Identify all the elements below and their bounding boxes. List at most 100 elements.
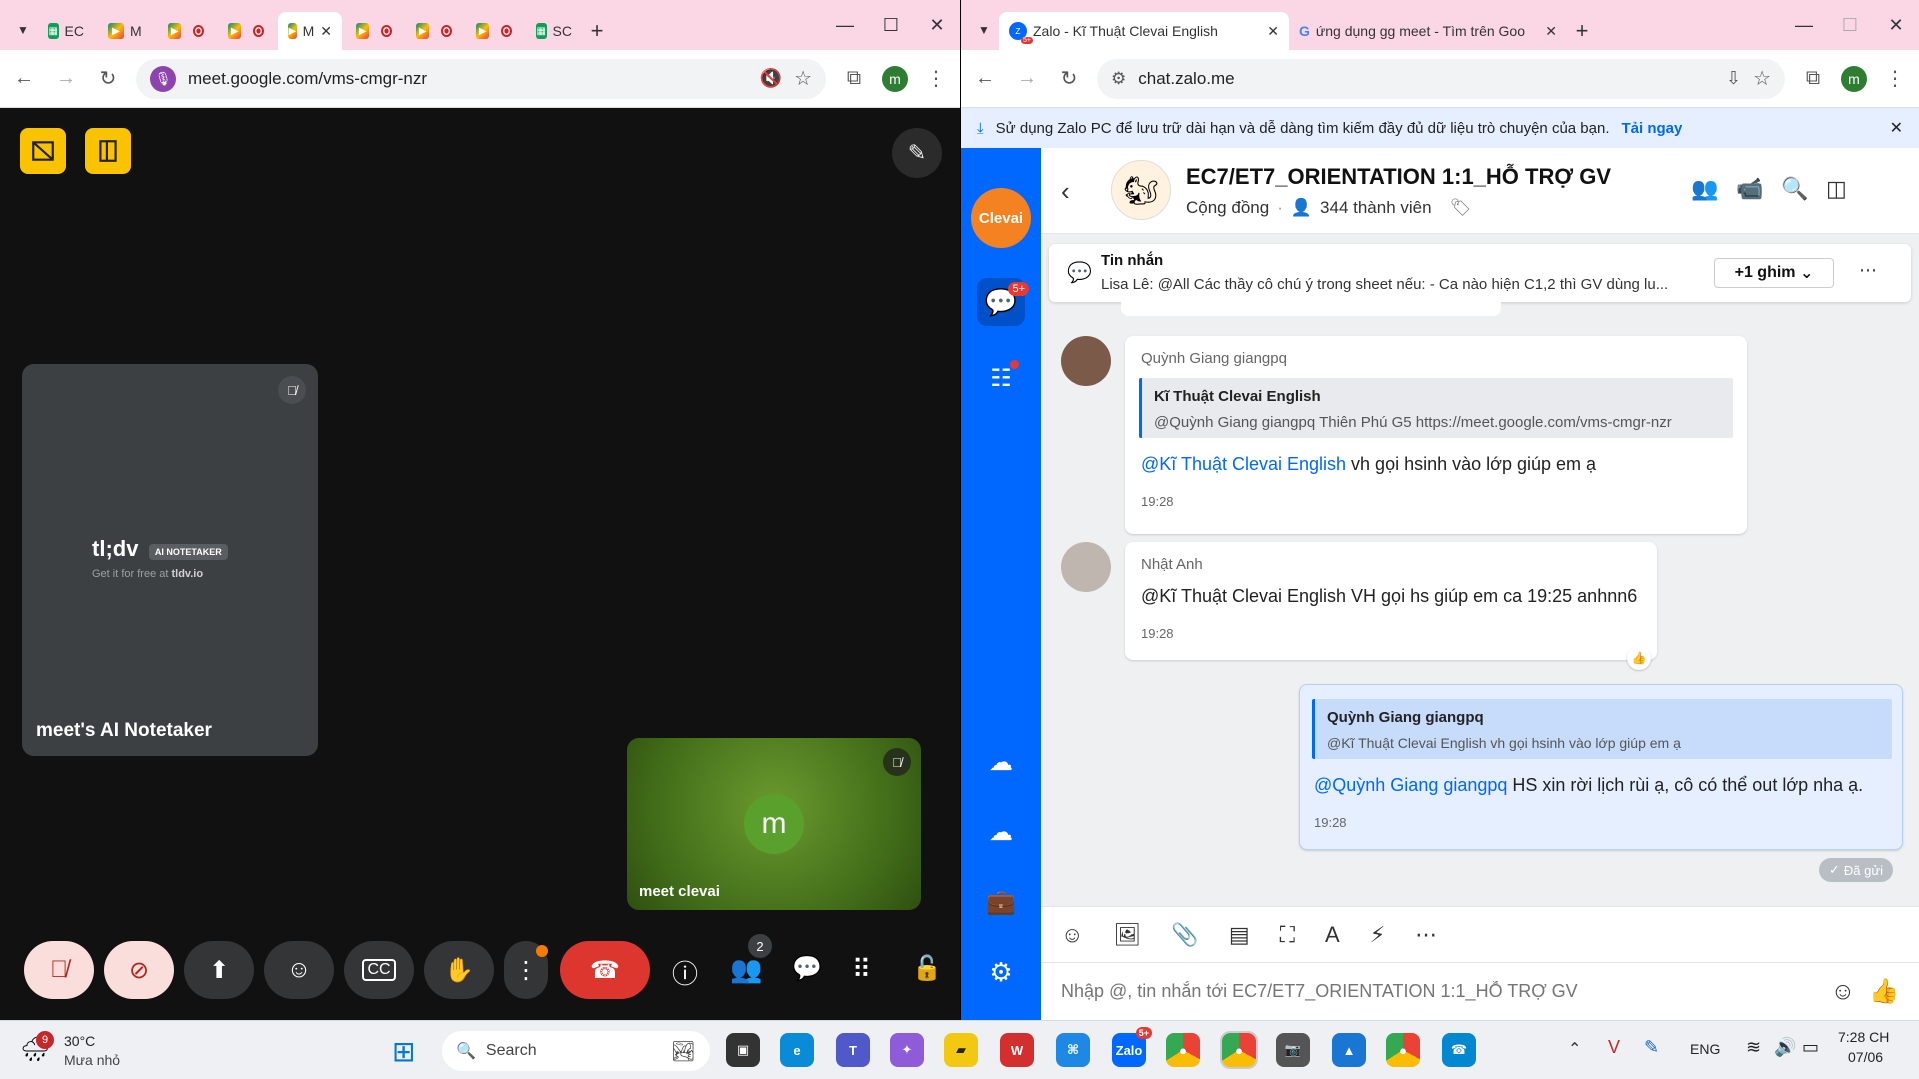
back-chevron-icon[interactable]: ‹ — [1061, 176, 1070, 207]
tray-chevron-icon[interactable]: ⌃ — [1568, 1039, 1581, 1059]
tab-zalo[interactable]: Z 5+ Zalo - Kĩ Thuật Clevai English ✕ — [999, 12, 1289, 50]
maximize-icon[interactable]: ☐ — [868, 15, 914, 36]
host-controls-icon[interactable]: 🔓 — [912, 954, 942, 983]
wifi-icon[interactable]: ≋ — [1746, 1037, 1761, 1058]
screenshot-icon[interactable]: ⛶ — [1280, 922, 1295, 948]
own-message-bubble[interactable]: Quỳnh Giang giangpq @Kĩ Thuật Clevai Eng… — [1299, 684, 1903, 850]
message-input[interactable] — [1061, 981, 1821, 1002]
forward-icon[interactable]: → — [52, 65, 80, 93]
tray-app-icon[interactable]: V — [1608, 1037, 1620, 1058]
volume-icon[interactable]: 🔊 — [1774, 1037, 1796, 1058]
remote-app-icon[interactable]: ⌘ — [1056, 1033, 1090, 1067]
tab-meet-7[interactable]: ▶ — [466, 12, 522, 50]
sender-avatar[interactable] — [1061, 336, 1111, 386]
tab-close-icon[interactable]: ✕ — [1545, 23, 1557, 40]
menu-kebab-icon[interactable]: ⋮ — [1881, 65, 1909, 93]
tab-close-icon[interactable]: ✕ — [320, 23, 332, 40]
mention-link[interactable]: @Quỳnh Giang giangpq — [1314, 775, 1507, 795]
cloud-nav[interactable]: ☁ — [977, 808, 1025, 856]
clock-time[interactable]: 7:28 CH — [1838, 1029, 1889, 1045]
taskbar-search[interactable]: 🔍 Search 🏞 — [442, 1031, 710, 1071]
people-icon[interactable]: 👥 — [730, 954, 762, 985]
close-icon[interactable]: ✕ — [914, 15, 960, 36]
extensions-icon[interactable]: ⧉ — [840, 65, 868, 93]
activities-icon[interactable]: ⠿ — [852, 954, 871, 985]
install-app-icon[interactable]: ⇩ — [1726, 68, 1741, 89]
message-bubble[interactable]: Nhật Anh @Kĩ Thuật Clevai English VH gọi… — [1125, 542, 1657, 670]
sticky-notes-icon[interactable]: ▰ — [944, 1033, 978, 1067]
menu-kebab-icon[interactable]: ⋮ — [922, 65, 950, 93]
message-bubble[interactable]: Quỳnh Giang giangpq Kĩ Thuật Clevai Engl… — [1125, 336, 1747, 534]
reactions-button[interactable]: ☺ — [264, 941, 334, 999]
notetaker-tile[interactable]: 🎙̸ tl;dv AI NOTETAKER Get it for free at… — [22, 364, 318, 756]
captions-button[interactable]: CC — [344, 941, 414, 999]
hide-background-button[interactable] — [20, 128, 66, 174]
reload-icon[interactable]: ↻ — [94, 65, 122, 93]
zcloud-nav[interactable]: ☁ — [977, 738, 1025, 786]
self-tile[interactable]: 🎙̸ m meet clevai — [627, 738, 921, 910]
right-tab-search-button[interactable]: ▼ — [969, 15, 999, 45]
teams-icon[interactable]: T — [836, 1033, 870, 1067]
profile-avatar[interactable]: m — [1841, 65, 1867, 92]
left-url-field[interactable]: 🎙 meet.google.com/vms-cmgr-nzr 🔇 ☆ — [136, 58, 826, 99]
tab-meet-5[interactable]: ▶ — [346, 12, 402, 50]
chrome-active-icon[interactable]: ● — [1220, 1031, 1258, 1069]
member-count[interactable]: 344 thành viên — [1320, 198, 1432, 218]
profile-avatar[interactable]: m — [882, 65, 908, 92]
emoji-icon[interactable]: ☺ — [1831, 978, 1856, 1006]
close-icon[interactable]: ✕ — [1873, 15, 1919, 36]
search-icon[interactable]: 🔍 — [1781, 176, 1808, 202]
phone-link-icon[interactable]: ☎ — [1442, 1033, 1476, 1067]
right-url-field[interactable]: ⚙ chat.zalo.me ⇩ ☆ — [1097, 58, 1785, 99]
quoted-message[interactable]: Quỳnh Giang giangpq @Kĩ Thuật Clevai Eng… — [1312, 699, 1892, 759]
bookmark-star-icon[interactable]: ☆ — [794, 66, 812, 91]
chat-icon[interactable]: 💬 — [792, 954, 822, 983]
quoted-message[interactable]: Kĩ Thuật Clevai English @Quỳnh Giang gia… — [1139, 378, 1733, 438]
settings-nav[interactable]: ⚙ — [977, 948, 1025, 996]
zalo-taskbar-icon[interactable]: Zalo 5+ — [1112, 1027, 1152, 1067]
tab-search-button[interactable]: ▼ — [8, 15, 38, 45]
clock-date[interactable]: 07/06 — [1848, 1049, 1883, 1065]
contact-card-icon[interactable]: ▤ — [1229, 922, 1250, 948]
tab-close-icon[interactable]: ✕ — [1267, 23, 1279, 40]
more-options-button[interactable]: ⋮ — [504, 941, 548, 999]
audio-muted-icon[interactable]: 🔇 — [760, 68, 782, 89]
photos-icon[interactable]: ▲ — [1332, 1033, 1366, 1067]
language-indicator[interactable]: ENG — [1690, 1041, 1720, 1057]
more-icon[interactable]: ⋯ — [1415, 922, 1437, 948]
tab-meet-2[interactable]: ▶ — [158, 12, 214, 50]
reload-icon[interactable]: ↻ — [1055, 65, 1083, 93]
pinned-message[interactable]: 💬 Tin nhắn Lisa Lê: @All Các thầy cô chú… — [1049, 244, 1911, 302]
sender-avatar[interactable] — [1061, 542, 1111, 592]
image-icon[interactable]: 🖼 — [1113, 922, 1141, 948]
pins-dropdown[interactable]: +1 ghim ⌄ — [1714, 258, 1834, 288]
attach-icon[interactable]: 📎 — [1171, 922, 1198, 948]
tools-nav[interactable]: 💼 — [977, 878, 1025, 926]
thumbs-up-icon[interactable]: 👍 — [1869, 977, 1899, 1006]
forward-icon[interactable]: → — [1013, 65, 1041, 93]
tab-sheets-0[interactable]: ▦ EC — [38, 12, 94, 50]
visual-effects-button[interactable]: ✎ — [892, 128, 942, 178]
video-call-icon[interactable]: 📹 — [1736, 176, 1763, 202]
tab-meet-6[interactable]: ▶ — [406, 12, 462, 50]
text-format-icon[interactable]: A — [1325, 922, 1340, 948]
tab-meet-1[interactable]: ▶ M — [98, 12, 154, 50]
wps-office-icon[interactable]: W — [1000, 1033, 1034, 1067]
mic-toggle-button[interactable]: 🎙̸ — [24, 941, 94, 999]
maximize-icon[interactable]: ☐ — [1827, 15, 1873, 36]
panel-toggle-icon[interactable]: ◫ — [1826, 176, 1847, 202]
raise-hand-button[interactable]: ✋ — [424, 941, 494, 999]
add-member-icon[interactable]: 👥 — [1691, 176, 1718, 202]
present-button[interactable]: ⬆ — [184, 941, 254, 999]
banner-download-link[interactable]: Tải ngay — [1622, 120, 1683, 137]
camera-toggle-button[interactable]: ⊘ — [104, 941, 174, 999]
mention-link[interactable]: @Kĩ Thuật Clevai English — [1141, 454, 1346, 474]
quick-message-icon[interactable]: ⚡ — [1370, 922, 1385, 948]
sticker-icon[interactable]: ☺ — [1061, 922, 1083, 948]
messages-nav[interactable]: 💬 5+ — [977, 278, 1029, 326]
pinned-more-icon[interactable]: ⋯ — [1859, 260, 1877, 281]
task-view-icon[interactable]: ▣ — [726, 1033, 760, 1067]
chrome-profile-icon[interactable]: ● — [1386, 1033, 1420, 1067]
tab-sheets-8[interactable]: ▦ SC — [526, 12, 582, 50]
back-icon[interactable]: ← — [10, 65, 38, 93]
